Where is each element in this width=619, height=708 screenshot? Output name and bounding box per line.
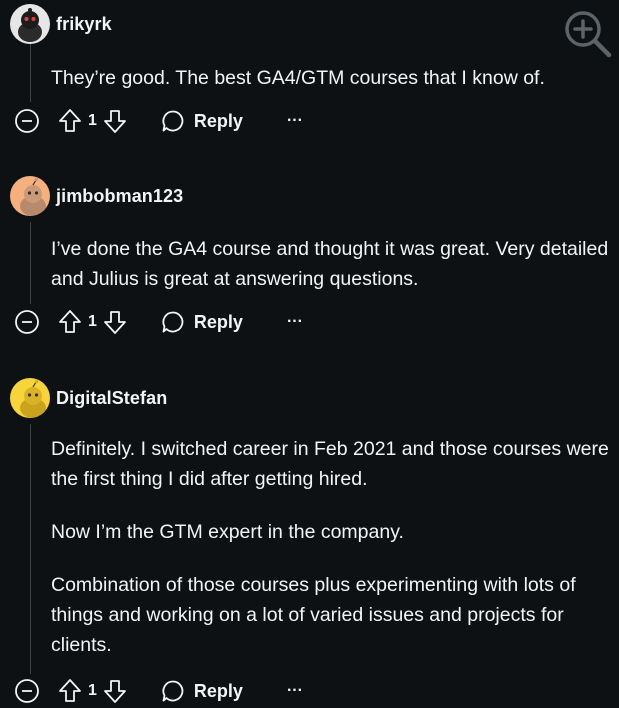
vote-score: 1	[88, 682, 97, 699]
comment-body: They’re good. The best GA4/GTM courses t…	[51, 63, 611, 93]
more-options-button[interactable]: ···	[287, 313, 303, 331]
comment-body: I’ve done the GA4 course and thought it …	[51, 234, 611, 294]
comment-actions: 1 Reply ···	[14, 106, 303, 136]
reply-label: Reply	[193, 680, 243, 701]
comment-paragraph: Now I’m the GTM expert in the company.	[51, 521, 404, 543]
comment-paragraph: Combination of those courses plus experi…	[51, 574, 576, 656]
vote-score: 1	[88, 112, 97, 129]
downvote-arrow-icon[interactable]	[103, 108, 127, 134]
thread-line[interactable]	[30, 44, 31, 102]
username[interactable]: jimbobman123	[56, 186, 183, 207]
downvote-arrow-icon[interactable]	[103, 309, 127, 335]
reply-label: Reply	[193, 311, 243, 332]
comment-paragraph: They’re good. The best GA4/GTM courses t…	[51, 67, 545, 89]
comment-thread: frikyrk They’re good. The best GA4/GTM c…	[0, 0, 619, 708]
more-options-button[interactable]: ···	[287, 682, 303, 700]
vote-score: 1	[88, 313, 97, 330]
reply-button[interactable]: Reply	[161, 679, 243, 703]
thread-line[interactable]	[30, 222, 31, 304]
username[interactable]: frikyrk	[56, 14, 112, 35]
more-options-button[interactable]: ···	[287, 112, 303, 130]
downvote-arrow-icon[interactable]	[103, 678, 127, 704]
username[interactable]: DigitalStefan	[56, 388, 167, 409]
avatar[interactable]	[10, 4, 50, 44]
minus-circle-icon[interactable]	[14, 108, 40, 134]
comment-paragraph: Definitely. I switched career in Feb 202…	[51, 438, 609, 490]
upvote-arrow-icon[interactable]	[58, 309, 82, 335]
comment-body: Definitely. I switched career in Feb 202…	[51, 434, 611, 660]
reply-button[interactable]: Reply	[161, 310, 243, 334]
comment-actions: 1 Reply ···	[14, 676, 303, 706]
comment-header: DigitalStefan	[10, 378, 167, 418]
zoom-in-icon[interactable]	[562, 8, 614, 60]
minus-circle-icon[interactable]	[14, 678, 40, 704]
comment-header: frikyrk	[10, 4, 112, 44]
reply-button[interactable]: Reply	[161, 109, 243, 133]
comment-paragraph: I’ve done the GA4 course and thought it …	[51, 238, 609, 290]
upvote-arrow-icon[interactable]	[58, 678, 82, 704]
speech-bubble-icon	[161, 679, 185, 703]
avatar[interactable]	[10, 176, 50, 216]
comment-header: jimbobman123	[10, 176, 183, 216]
speech-bubble-icon	[161, 109, 185, 133]
speech-bubble-icon	[161, 310, 185, 334]
minus-circle-icon[interactable]	[14, 309, 40, 335]
comment-actions: 1 Reply ···	[14, 307, 303, 337]
thread-line[interactable]	[30, 424, 31, 674]
upvote-arrow-icon[interactable]	[58, 108, 82, 134]
avatar[interactable]	[10, 378, 50, 418]
reply-label: Reply	[193, 110, 243, 131]
